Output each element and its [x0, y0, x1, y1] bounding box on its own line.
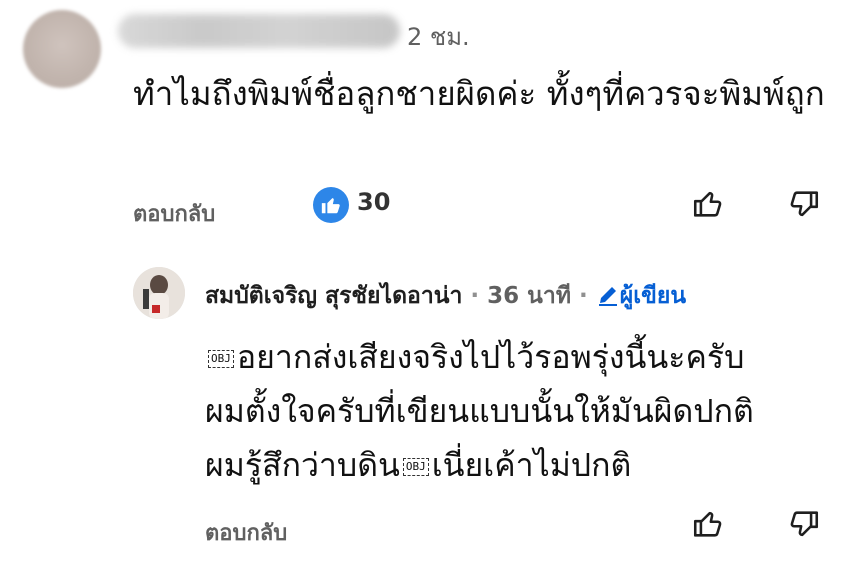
dislike-icon	[790, 191, 819, 217]
reply-line-3: ผมรู้สึกว่าบดิน OBJ เนี่ยเค้าไม่ปกติ	[205, 446, 632, 484]
author-avatar-image	[133, 267, 185, 319]
reply-timestamp[interactable]: 36 นาที	[487, 283, 571, 309]
reply-button[interactable]: ตอบกลับ	[133, 196, 215, 231]
reply-author-name[interactable]: สมบัติเจริญ สุรชัยไดอาน่า	[205, 283, 462, 309]
commenter-name-blurred[interactable]	[118, 14, 400, 48]
obj-placeholder: OBJ	[402, 458, 429, 476]
comment-text: ทำไมถึงพิมพ์ชื่อลูกชายผิดค่ะ ทั้งๆที่ควร…	[133, 74, 825, 113]
commenter-avatar[interactable]	[23, 10, 101, 88]
reply-meta: สมบัติเจริญ สุรชัยไดอาน่า · 36 นาที · ผู…	[205, 278, 686, 314]
meta-separator-2: ·	[579, 283, 588, 309]
reply-button-2[interactable]: ตอบกลับ	[205, 515, 287, 550]
reply-author-avatar[interactable]	[133, 267, 185, 319]
like-count: 30	[357, 188, 391, 216]
author-badge: ผู้เขียน	[596, 283, 686, 309]
dislike-icon	[790, 511, 819, 537]
reply-line-1: OBJ อยากส่งเสียงจริงไปไว้รอพรุ่งนี้นะครับ	[205, 330, 845, 384]
reply-line-2: ผมตั้งใจครับที่เขียนแบบนั้นให้มันผิดปกติ	[205, 392, 754, 430]
author-badge-label: ผู้เขียน	[619, 283, 687, 309]
comment-timestamp[interactable]: 2 ชม.	[407, 17, 470, 56]
dislike-button[interactable]	[784, 184, 824, 224]
meta-separator: ·	[470, 283, 480, 309]
like-button[interactable]	[688, 184, 728, 224]
reply-text: OBJ อยากส่งเสียงจริงไปไว้รอพรุ่งนี้นะครับ…	[205, 330, 845, 492]
like-icon	[693, 511, 722, 537]
obj-placeholder: OBJ	[208, 350, 234, 368]
pencil-icon	[598, 287, 617, 306]
thumbs-up-icon	[321, 198, 340, 214]
reply-dislike-button[interactable]	[784, 504, 824, 544]
like-icon	[693, 191, 722, 217]
creator-like-badge	[313, 187, 349, 223]
reply-like-button[interactable]	[688, 504, 728, 544]
